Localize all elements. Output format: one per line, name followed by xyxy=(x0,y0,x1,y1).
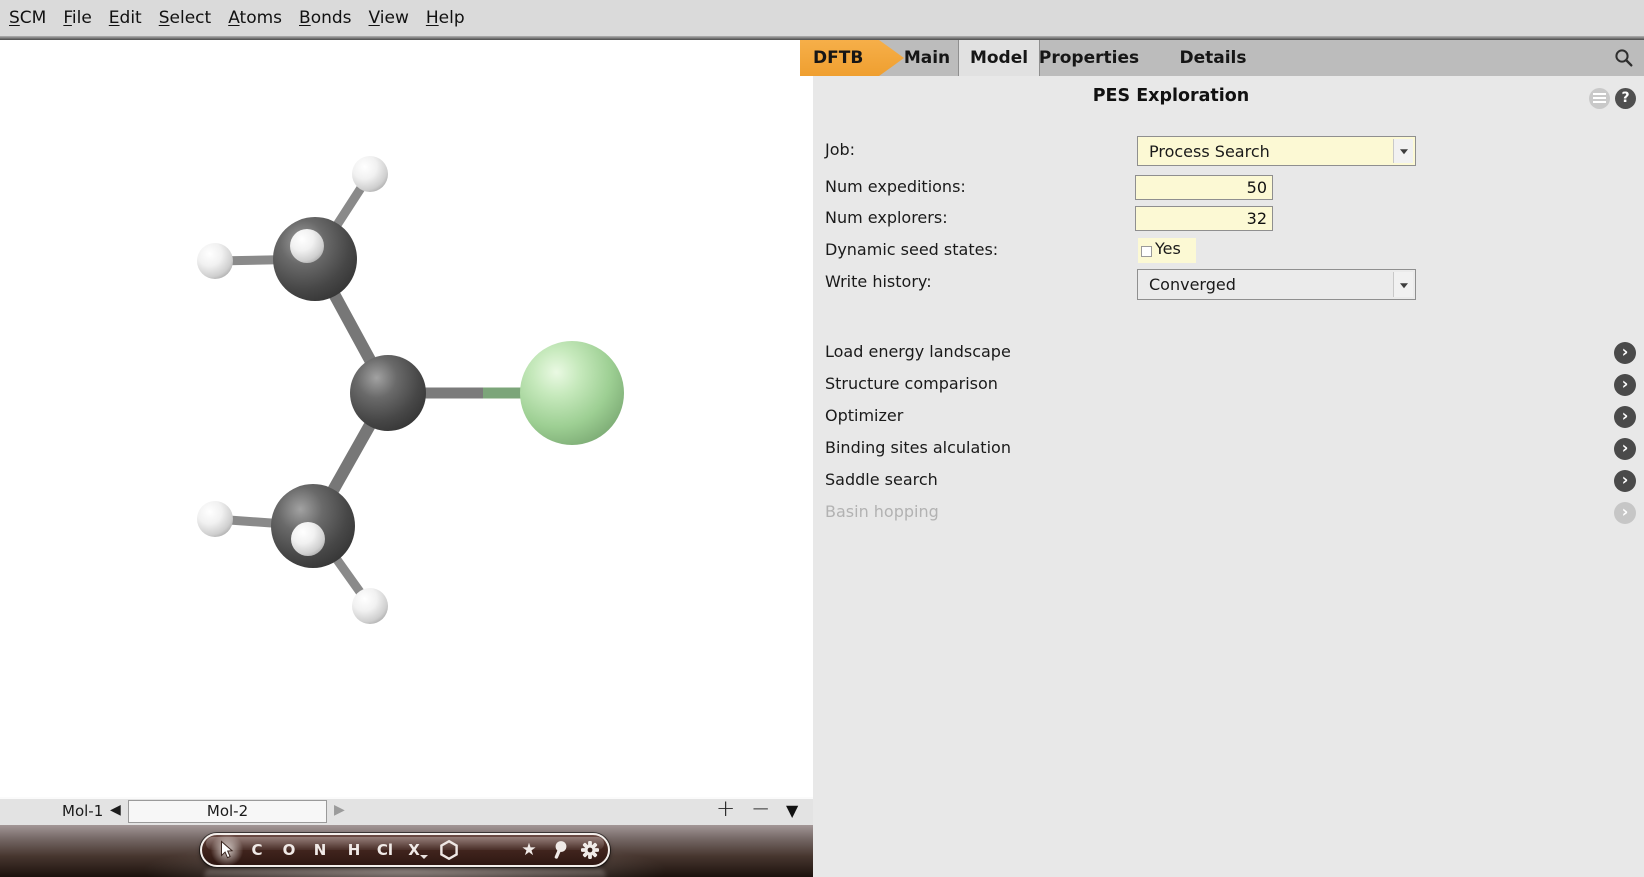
atom-H[interactable] xyxy=(197,501,233,537)
probe-pin-icon[interactable] xyxy=(552,841,568,860)
atom-H[interactable] xyxy=(291,522,325,556)
atom-H[interactable] xyxy=(197,243,233,279)
num-explorers-input[interactable] xyxy=(1135,206,1273,231)
atom-H[interactable] xyxy=(352,588,388,624)
settings-gear-icon[interactable] xyxy=(581,841,600,860)
write-history-select-arrow[interactable] xyxy=(1393,272,1413,297)
element-c-button[interactable]: C xyxy=(251,841,262,859)
num-expeditions-label: Num expeditions: xyxy=(825,177,966,196)
element-x-dropdown-icon[interactable] xyxy=(420,855,428,859)
write-history-select[interactable]: Converged xyxy=(1137,269,1416,300)
search-icon[interactable] xyxy=(1614,48,1634,68)
select-cursor-icon[interactable] xyxy=(220,841,235,860)
write-history-select-value: Converged xyxy=(1149,270,1236,299)
input-tab-bar: DFTB Main Model Properties Details xyxy=(800,40,1644,76)
panel-title: PES Exploration xyxy=(1085,86,1257,106)
section-optimizer[interactable]: Optimizer xyxy=(825,406,903,425)
add-molecule-icon[interactable]: + xyxy=(716,796,735,822)
application-window: SCM File Edit Select Atoms Bonds View He… xyxy=(0,0,1644,877)
structures-star-icon[interactable]: ★ xyxy=(521,840,536,860)
help-icon[interactable]: ? xyxy=(1615,88,1636,109)
molecule-3d-model[interactable] xyxy=(0,40,813,797)
panel-menu-icon[interactable] xyxy=(1589,88,1610,109)
remove-molecule-icon[interactable]: − xyxy=(751,796,770,822)
chevron-basin-hopping: › xyxy=(1614,502,1636,524)
menu-file[interactable]: File xyxy=(63,8,91,28)
write-history-label: Write history: xyxy=(825,272,932,291)
job-label: Job: xyxy=(825,140,855,159)
menu-edit[interactable]: Edit xyxy=(109,8,142,28)
tab-details[interactable]: Details xyxy=(1160,40,1266,76)
section-load-energy-landscape[interactable]: Load energy landscape xyxy=(825,342,1011,361)
menu-select[interactable]: Select xyxy=(159,8,211,28)
section-binding-sites-calculation[interactable]: Binding sites alculation xyxy=(825,438,1011,457)
dynamic-seed-states-yes-label[interactable]: Yes xyxy=(1155,239,1181,258)
atom-H[interactable] xyxy=(352,156,388,192)
tab-model[interactable]: Model xyxy=(958,40,1040,76)
menu-help[interactable]: Help xyxy=(426,8,465,28)
element-h-button[interactable]: H xyxy=(348,841,361,859)
tab-properties[interactable]: Properties xyxy=(1034,40,1144,76)
ring-tool-icon[interactable] xyxy=(439,840,460,861)
section-basin-hopping: Basin hopping xyxy=(825,502,939,521)
num-explorers-label: Num explorers: xyxy=(825,208,948,227)
dynamic-seed-states-field: Yes xyxy=(1138,238,1196,263)
job-select[interactable]: Process Search xyxy=(1137,136,1416,166)
menu-scm[interactable]: SCM xyxy=(9,8,46,28)
molecule-viewer[interactable] xyxy=(0,40,813,797)
atom-C[interactable] xyxy=(350,355,426,431)
molecule-tab-strip: Mol-1 ◀ Mol-2 ▶ + − ▼ xyxy=(0,797,813,825)
num-expeditions-input[interactable] xyxy=(1135,175,1273,200)
element-o-button[interactable]: O xyxy=(283,841,296,859)
toolbar-reflection xyxy=(204,869,606,877)
menu-atoms[interactable]: Atoms xyxy=(228,8,282,28)
next-molecule-icon[interactable]: ▶ xyxy=(334,802,345,818)
menu-view[interactable]: View xyxy=(369,8,409,28)
mol-1-tab[interactable]: Mol-1 xyxy=(62,802,103,820)
element-cl-button[interactable]: Cl xyxy=(377,841,393,859)
molecule-menu-icon[interactable]: ▼ xyxy=(786,801,798,820)
job-select-value: Process Search xyxy=(1149,137,1270,165)
menu-bonds[interactable]: Bonds xyxy=(299,8,352,28)
atom-H[interactable] xyxy=(290,229,324,263)
chevron-load-energy-landscape[interactable]: › xyxy=(1614,342,1636,364)
chevron-optimizer[interactable]: › xyxy=(1614,406,1636,428)
mol-2-current-tab[interactable]: Mol-2 xyxy=(128,800,327,823)
dynamic-seed-states-label: Dynamic seed states: xyxy=(825,240,998,259)
job-select-arrow[interactable] xyxy=(1393,139,1413,163)
tab-main[interactable]: Main xyxy=(896,40,958,76)
element-x-button[interactable]: X xyxy=(408,841,420,859)
chevron-saddle-search[interactable]: › xyxy=(1614,470,1636,492)
chevron-structure-comparison[interactable]: › xyxy=(1614,374,1636,396)
tab-dftb-logo[interactable]: DFTB xyxy=(800,40,904,76)
section-structure-comparison[interactable]: Structure comparison xyxy=(825,374,998,393)
quick-toolbar: C O N H Cl X ★ xyxy=(200,833,610,867)
atom-Cl[interactable] xyxy=(520,341,624,445)
section-saddle-search[interactable]: Saddle search xyxy=(825,470,938,489)
dynamic-seed-states-checkbox[interactable] xyxy=(1141,246,1152,257)
element-n-button[interactable]: N xyxy=(314,841,327,859)
quick-toolbar-band: C O N H Cl X ★ xyxy=(0,825,813,877)
prev-molecule-icon[interactable]: ◀ xyxy=(110,802,121,818)
chevron-binding-sites[interactable]: › xyxy=(1614,438,1636,460)
menu-bar: SCM File Edit Select Atoms Bonds View He… xyxy=(0,0,1644,36)
